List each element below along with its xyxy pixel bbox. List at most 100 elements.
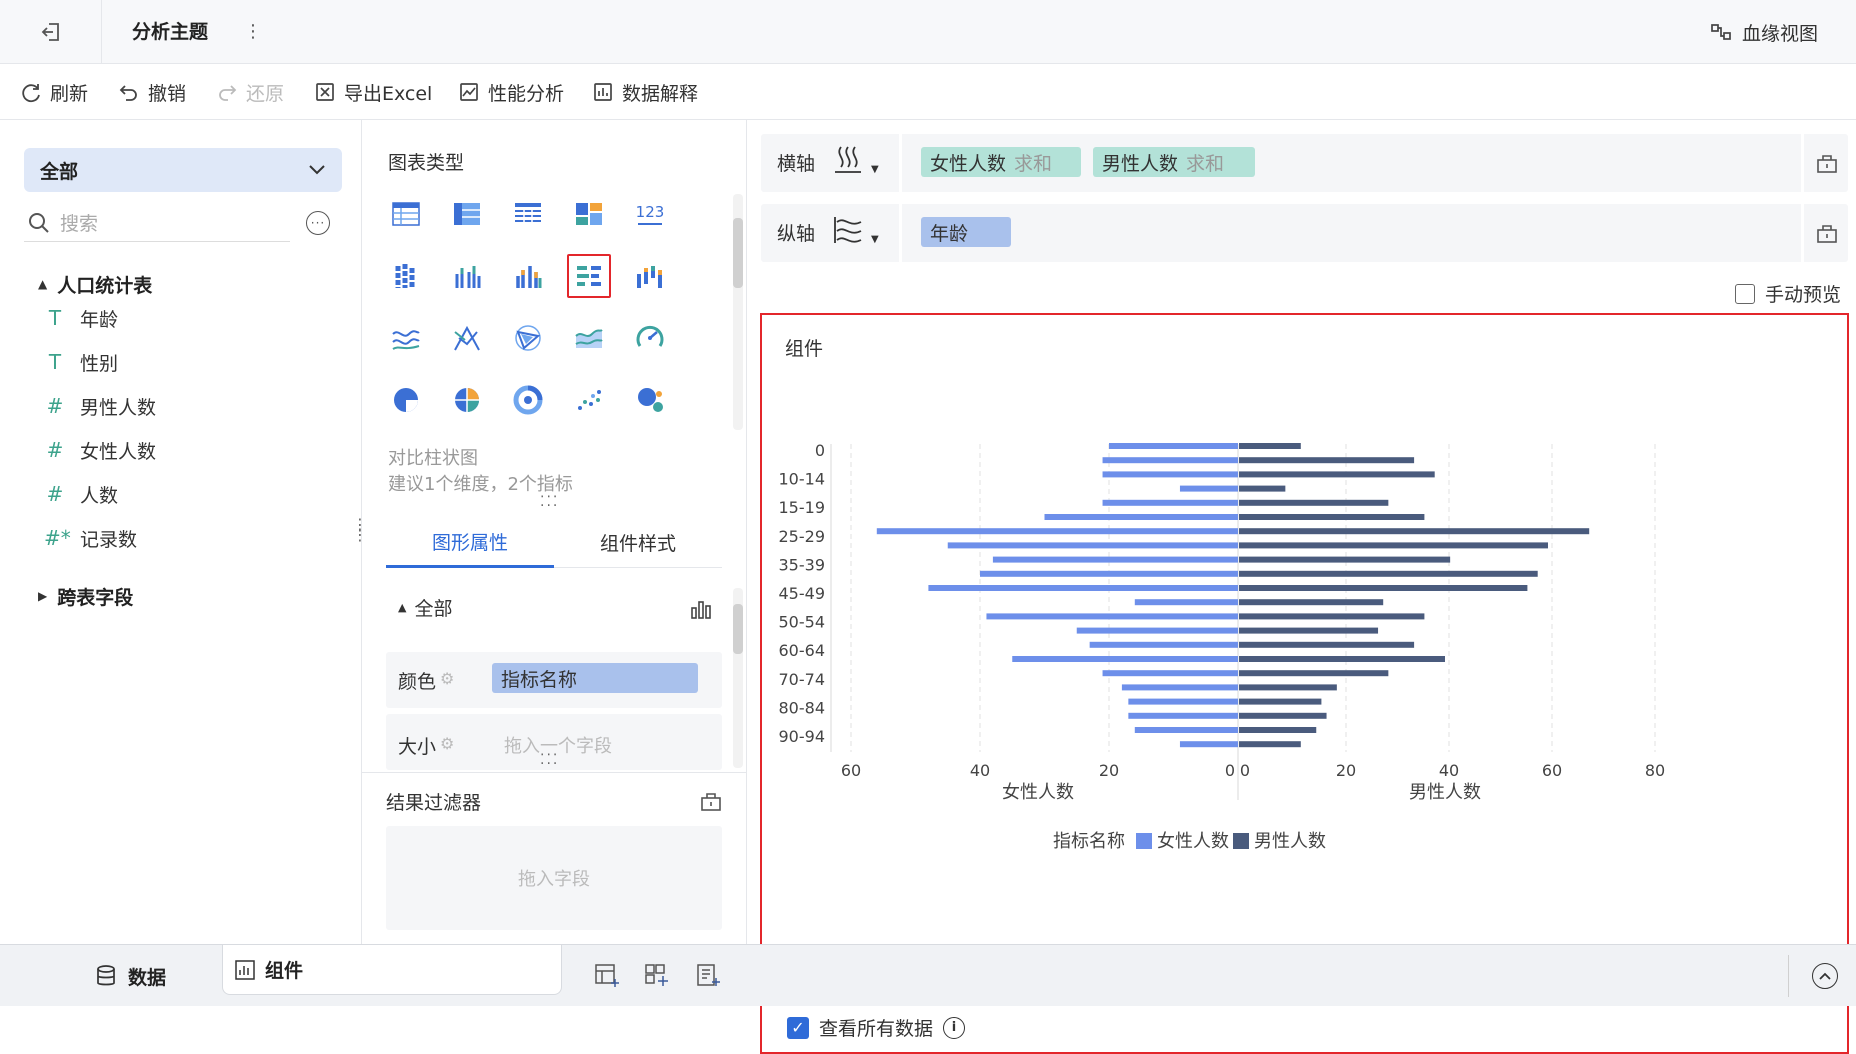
more-menu-button[interactable]: ⋮ <box>244 0 262 64</box>
field-item[interactable]: # 女性人数 <box>44 430 156 470</box>
range-bar-glyph <box>637 266 662 288</box>
female-bar <box>980 570 1238 577</box>
data-tab-label: 数据 <box>127 966 166 989</box>
stacked-bar-icon[interactable] <box>384 254 428 298</box>
pie-chart-icon[interactable] <box>384 378 428 422</box>
butterfly-bar-chart: 0 10-14 15-19 25-29 35-39 45-49 50-54 60-64 70-7… <box>779 441 1666 852</box>
field-item[interactable]: T 年龄 <box>44 298 118 338</box>
export-excel-button[interactable]: 导出Excel <box>314 64 432 120</box>
checkbox[interactable] <box>1735 283 1755 304</box>
field-label: 性别 <box>80 352 119 375</box>
color-property-row: 颜色 ⚙ 指标名称 <box>386 652 722 708</box>
splitter-handle[interactable]: ⁚⁚⁚ <box>540 494 559 510</box>
size-label: 大小 <box>398 736 437 758</box>
category-tick-label: 45-49 <box>779 584 826 603</box>
component-tab[interactable]: 组件 <box>222 945 562 995</box>
male-bar <box>1239 485 1286 492</box>
multi-bar-icon[interactable] <box>506 254 550 298</box>
line-chart-icon[interactable] <box>384 316 428 360</box>
female-bar <box>1134 599 1238 606</box>
radar-chart-icon[interactable] <box>445 316 489 360</box>
field-item[interactable]: # 男性人数 <box>44 386 156 426</box>
multi-pie-icon[interactable] <box>445 378 489 422</box>
detail-table-glyph <box>515 203 541 225</box>
manual-preview-toggle[interactable]: 手动预览 <box>1735 280 1841 307</box>
add-table-icon[interactable] <box>594 963 620 989</box>
splitter-handle[interactable]: ⁚⁚⁚ <box>540 752 559 768</box>
back-button[interactable] <box>0 0 102 64</box>
scatter-chart-icon[interactable] <box>567 378 611 422</box>
add-report-icon[interactable] <box>696 963 722 989</box>
dropdown-caret-icon[interactable]: ▼ <box>871 164 879 175</box>
redo-button[interactable]: 还原 <box>216 64 284 120</box>
lineage-view-button[interactable]: 血缘视图 <box>1710 0 1818 64</box>
grouped-bar-icon[interactable] <box>445 254 489 298</box>
lineage-label: 血缘视图 <box>1742 22 1819 45</box>
legend-title: 指标名称 <box>1053 831 1125 852</box>
checked-checkbox-icon[interactable]: ✓ <box>787 1016 809 1039</box>
cross-table-icon[interactable] <box>445 192 489 236</box>
detail-table-icon[interactable] <box>506 192 550 236</box>
bubble-chart-icon[interactable] <box>628 378 672 422</box>
range-bar-icon[interactable] <box>628 254 672 298</box>
table-filter-select[interactable]: 全部 <box>24 148 342 192</box>
donut-chart-icon[interactable] <box>506 378 550 422</box>
category-tick-label: 80-84 <box>779 698 826 717</box>
comparison-bar-icon[interactable] <box>567 254 611 298</box>
table-chart-icon[interactable] <box>384 192 428 236</box>
female-bar <box>928 585 1238 591</box>
props-scrollbar[interactable] <box>733 588 743 768</box>
bar-chart-icon[interactable] <box>690 598 712 620</box>
perf-analysis-button[interactable]: 性能分析 <box>458 64 564 120</box>
filter-settings-icon[interactable] <box>700 790 722 812</box>
axis-type-icon[interactable] <box>831 214 865 248</box>
field-item[interactable]: #* 记录数 <box>44 518 137 558</box>
axis-settings-icon[interactable] <box>1816 222 1838 244</box>
view-all-data-toggle[interactable]: ✓ 查看所有数据 i <box>787 1014 966 1041</box>
info-icon[interactable]: i <box>943 1016 966 1039</box>
gear-icon[interactable]: ⚙ <box>440 669 454 688</box>
redo-label: 还原 <box>246 82 285 105</box>
x-tick-label: 20 <box>1099 761 1119 780</box>
axis-settings-icon[interactable] <box>1816 152 1838 174</box>
add-dashboard-icon[interactable] <box>644 963 670 989</box>
refresh-button[interactable]: 刷新 <box>20 64 88 120</box>
female-bar <box>1179 485 1238 492</box>
area-chart-icon[interactable] <box>567 316 611 360</box>
x-field-chip[interactable]: 男性人数 求和 <box>1093 147 1255 177</box>
multi-pie-glyph <box>455 388 479 412</box>
field-item[interactable]: # 人数 <box>44 474 118 514</box>
more-options-button[interactable]: ··· <box>306 211 330 235</box>
all-properties-header[interactable]: ▲ 全部 <box>398 594 452 621</box>
chip-agg-name: 求和 <box>1186 152 1225 175</box>
category-tick-label: 50-54 <box>779 613 826 632</box>
component-tab-label: 组件 <box>265 960 304 982</box>
tab-graph-properties[interactable]: 图形属性 <box>386 518 554 568</box>
dropdown-caret-icon[interactable]: ▼ <box>871 234 879 245</box>
undo-button[interactable]: 撤销 <box>118 64 186 120</box>
male-bar <box>1239 670 1389 677</box>
treemap-icon[interactable] <box>567 192 611 236</box>
field-item[interactable]: T 性别 <box>44 342 118 382</box>
gear-icon[interactable]: ⚙ <box>440 734 454 753</box>
lineage-icon <box>1711 24 1731 40</box>
x-field-chip[interactable]: 女性人数 求和 <box>921 147 1081 177</box>
scrollbar-thumb[interactable] <box>733 604 743 654</box>
axis-type-icon[interactable] <box>831 144 865 178</box>
category-tick-label: 90-94 <box>779 727 826 746</box>
search-field[interactable]: 搜索 <box>24 204 290 242</box>
collapse-up-button[interactable] <box>1812 963 1838 989</box>
data-tab[interactable]: 数据 <box>40 945 222 1007</box>
gauge-chart-icon[interactable] <box>628 316 672 360</box>
data-explain-button[interactable]: 数据解释 <box>592 64 698 120</box>
tab-component-style[interactable]: 组件样式 <box>554 518 722 568</box>
filter-drop-zone[interactable]: 拖入字段 <box>386 826 722 930</box>
kpi-card-icon[interactable]: 123 <box>628 192 672 236</box>
color-field-chip[interactable]: 指标名称 <box>492 663 698 693</box>
filter-placeholder: 拖入字段 <box>518 869 590 890</box>
grid-scrollbar[interactable] <box>733 194 743 430</box>
y-field-chip[interactable]: 年龄 <box>921 217 1011 247</box>
scrollbar-thumb[interactable] <box>733 218 743 288</box>
cross-table-node[interactable]: ▶ 跨表字段 <box>38 576 133 616</box>
funnel-chart-icon[interactable] <box>506 316 550 360</box>
